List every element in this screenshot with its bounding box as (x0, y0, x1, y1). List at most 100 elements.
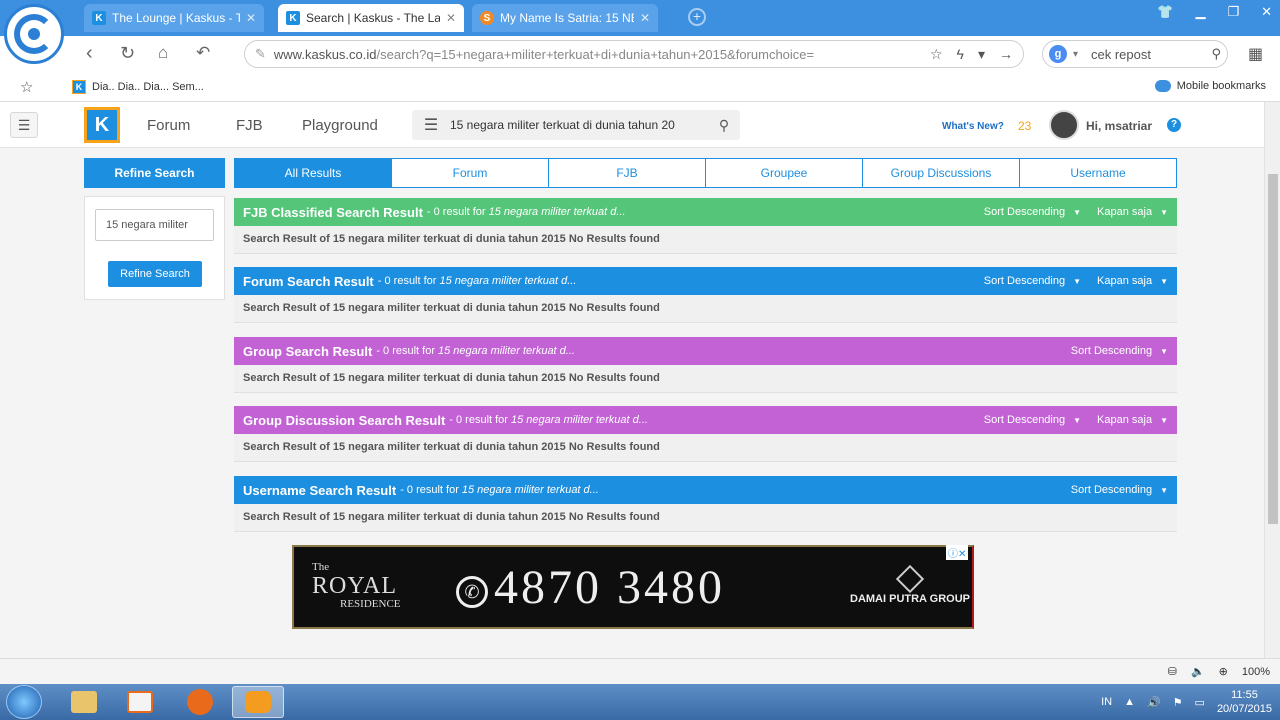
ad-choices-icon[interactable]: ⓘ✕ (946, 545, 969, 560)
nav-forum[interactable]: Forum (147, 117, 190, 134)
group-discussion-result-section: Group Discussion Search Result - 0 resul… (234, 406, 1177, 462)
close-window-icon[interactable]: ✕ (1261, 4, 1272, 20)
result-title: Forum Search Result (243, 273, 374, 289)
tab-groupee[interactable]: Groupee (706, 158, 863, 188)
search-engine-box[interactable]: g ▾ cek repost ⚲ (1042, 40, 1228, 68)
restore-icon[interactable]: ❐ (1227, 4, 1239, 20)
scrollbar-thumb[interactable] (1268, 174, 1278, 524)
uc-browser-logo[interactable] (4, 4, 64, 64)
mobile-bookmarks[interactable]: Mobile bookmarks (1154, 80, 1266, 92)
mobile-bookmarks-label: Mobile bookmarks (1176, 80, 1266, 92)
result-query: 15 negara militer terkuat d... (438, 345, 575, 357)
lightning-icon[interactable]: ϟ (957, 46, 964, 63)
explorer-taskbar-button[interactable] (58, 686, 110, 718)
favorites-star-icon[interactable]: ☆ (20, 78, 33, 96)
notification-count[interactable]: 23 (1018, 119, 1031, 133)
uc-browser-taskbar-button[interactable] (232, 686, 284, 718)
result-title: Group Search Result (243, 343, 373, 359)
network-icon[interactable]: ⚑ (1173, 696, 1183, 709)
sort-dropdown[interactable]: Sort Descending ▼ (984, 414, 1081, 426)
bookmarks-bar: ☆ K Dia.. Dia.. Dia... Sem... Mobile boo… (0, 72, 1280, 102)
page-scrollbar[interactable] (1264, 102, 1280, 658)
action-center-icon[interactable]: ▭ (1195, 696, 1205, 709)
result-count: - 0 result for (400, 484, 459, 496)
shirt-skin-icon[interactable]: 👕 (1157, 4, 1173, 20)
media-player-taskbar-button[interactable] (114, 686, 166, 718)
kaskus-logo[interactable]: K (84, 107, 120, 143)
system-tray: IN ▲ 🔊 ⚑ ▭ 11:55 20/07/2015 (1101, 688, 1272, 716)
zoom-icon[interactable]: ⊕ (1219, 665, 1228, 678)
search-icon[interactable]: ⚲ (708, 117, 740, 134)
apps-grid-icon[interactable]: ▦ (1248, 44, 1263, 64)
undo-close-icon[interactable]: ↶ (196, 43, 210, 63)
site-search-bar: ☰ 15 negara militer terkuat di dunia tah… (412, 110, 740, 140)
refine-search-button[interactable]: Refine Search (108, 261, 202, 287)
sort-dropdown[interactable]: Sort Descending ▼ (984, 206, 1081, 218)
browser-tab-active[interactable]: K Search | Kaskus - The Larg ✕ (278, 4, 464, 32)
close-tab-icon[interactable]: ✕ (446, 11, 456, 25)
chevron-down-icon: ▼ (1073, 416, 1082, 425)
result-header: Username Search Result - 0 result for 15… (234, 476, 1177, 504)
speaker-icon[interactable]: 🔊 (1147, 696, 1161, 709)
dropdown-icon[interactable]: ▾ (978, 46, 985, 63)
nav-fjb[interactable]: FJB (236, 117, 263, 134)
nav-playground[interactable]: Playground (302, 117, 378, 134)
site-search-input[interactable]: 15 negara militer terkuat di dunia tahun… (450, 118, 708, 132)
help-icon[interactable]: ? (1167, 118, 1181, 132)
close-tab-icon[interactable]: ✕ (246, 11, 256, 25)
tab-all-results[interactable]: All Results (234, 158, 392, 188)
result-query: 15 negara militer terkuat d... (510, 414, 648, 426)
time-dropdown[interactable]: Kapan saja ▼ (1097, 414, 1168, 426)
url-text[interactable]: www.kaskus.co.id/search?q=15+negara+mili… (266, 47, 930, 62)
uc-browser-icon (245, 691, 271, 713)
tab-forum[interactable]: Forum (392, 158, 549, 188)
time-dropdown[interactable]: Kapan saja ▼ (1097, 275, 1168, 287)
time-dropdown[interactable]: Kapan saja ▼ (1097, 206, 1168, 218)
chevron-down-icon[interactable]: ▾ (1073, 49, 1078, 60)
bookmark-item[interactable]: K Dia.. Dia.. Dia... Sem... (72, 80, 204, 94)
back-icon[interactable]: ‹ (86, 42, 93, 65)
side-menu-button[interactable]: ☰ (10, 112, 38, 138)
search-engine-input[interactable]: cek repost (1091, 47, 1211, 62)
zoom-level[interactable]: 100% (1242, 666, 1270, 678)
site-header: ☰ K Forum FJB Playground ☰ 15 negara mil… (0, 102, 1264, 148)
layers-icon[interactable]: ⛁ (1168, 665, 1177, 678)
tab-title: The Lounge | Kaskus - The (112, 11, 240, 25)
result-title: Group Discussion Search Result (243, 412, 446, 428)
tray-arrow-icon[interactable]: ▲ (1124, 696, 1135, 708)
new-tab-button[interactable]: + (688, 8, 706, 26)
language-indicator[interactable]: IN (1101, 696, 1112, 708)
address-bar[interactable]: ✎ www.kaskus.co.id/search?q=15+negara+mi… (244, 40, 1024, 68)
clock[interactable]: 11:55 20/07/2015 (1217, 688, 1272, 716)
tab-fjb[interactable]: FJB (549, 158, 706, 188)
go-arrow-icon[interactable]: → (999, 46, 1013, 63)
sort-dropdown[interactable]: Sort Descending ▼ (984, 275, 1081, 287)
search-category-menu-icon[interactable]: ☰ (412, 115, 450, 135)
search-icon[interactable]: ⚲ (1211, 46, 1221, 62)
refine-search-input[interactable]: 15 negara militer (95, 209, 214, 241)
avatar[interactable] (1049, 110, 1079, 140)
firefox-taskbar-button[interactable] (174, 686, 226, 718)
tab-username[interactable]: Username (1020, 158, 1177, 188)
site-info-icon[interactable]: ✎ (255, 46, 266, 62)
tab-group-discussions[interactable]: Group Discussions (863, 158, 1020, 188)
browser-status-bar: ⛁ 🔈 ⊕ 100% (0, 658, 1280, 684)
start-button[interactable] (6, 685, 42, 719)
ad-phone-number: ✆ 4870 3480 (456, 563, 725, 613)
result-count: - 0 result for (426, 206, 486, 218)
bookmark-star-icon[interactable]: ☆ (930, 46, 943, 63)
browser-tab[interactable]: S My Name Is Satria: 15 NEG ✕ (472, 4, 658, 32)
browser-tab[interactable]: K The Lounge | Kaskus - The ✕ (84, 4, 264, 32)
tab-title: Search | Kaskus - The Larg (306, 11, 440, 25)
volume-icon[interactable]: 🔈 (1191, 665, 1205, 678)
reload-icon[interactable]: ↻ (120, 43, 135, 64)
user-greeting[interactable]: Hi, msatriar (1086, 119, 1152, 133)
whats-new-link[interactable]: What's New? (942, 121, 1004, 132)
ad-banner[interactable]: The ROYAL RESIDENCE ✆ 4870 3480 DAMAI PUT… (292, 545, 974, 629)
google-icon[interactable]: g (1049, 45, 1067, 63)
home-icon[interactable]: ⌂ (158, 43, 168, 63)
minimize-icon[interactable]: ▁ (1195, 4, 1205, 20)
sort-dropdown[interactable]: Sort Descending ▼ (1071, 345, 1168, 357)
close-tab-icon[interactable]: ✕ (640, 11, 650, 25)
sort-dropdown[interactable]: Sort Descending ▼ (1071, 484, 1168, 496)
